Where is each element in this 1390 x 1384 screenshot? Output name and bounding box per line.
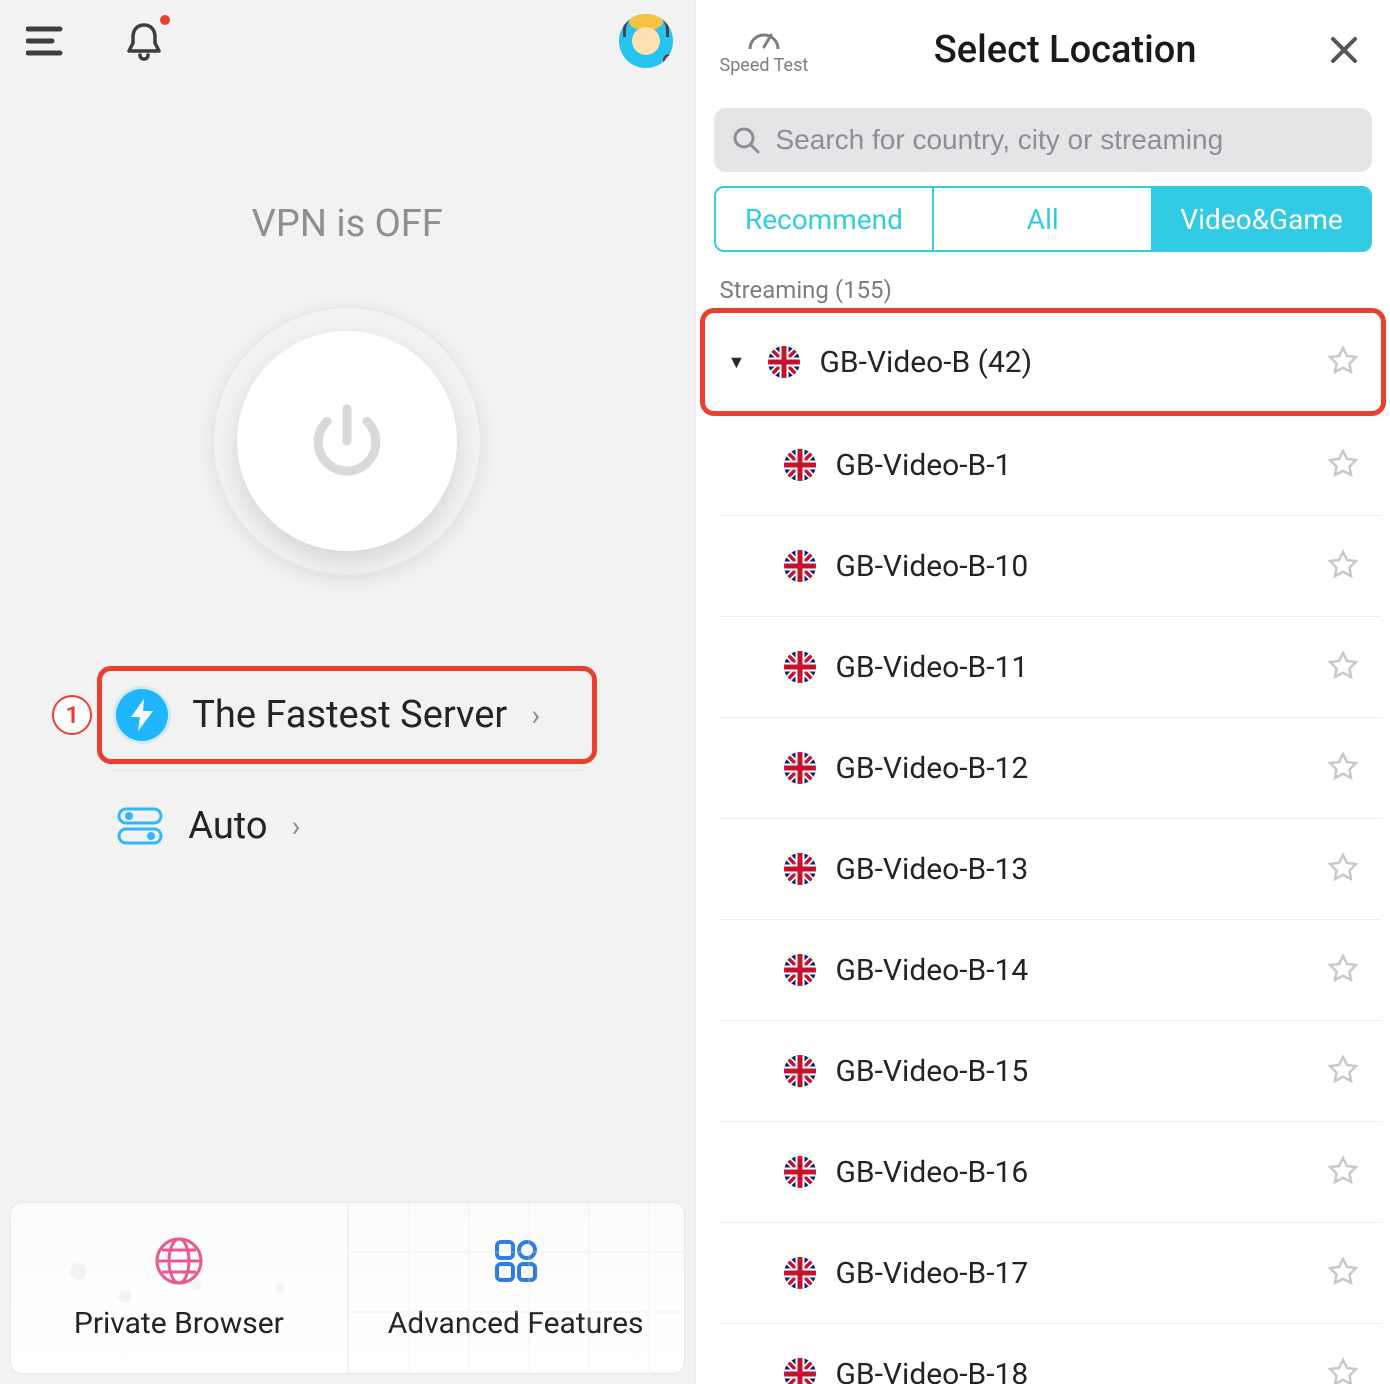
- favorite-button[interactable]: [1328, 345, 1358, 379]
- server-group-label: GB-Video-B (42): [820, 345, 1309, 380]
- server-row[interactable]: GB-Video-B-16: [720, 1121, 1383, 1222]
- server-row[interactable]: GB-Video-B-10: [720, 515, 1383, 616]
- star-icon: [1328, 448, 1358, 478]
- server-label: GB-Video-B-10: [836, 549, 1309, 584]
- star-icon: [1328, 1054, 1358, 1084]
- flag-gb-icon: [784, 853, 816, 885]
- server-row[interactable]: GB-Video-B-18: [720, 1323, 1383, 1384]
- bottom-feature-cards: Private Browser Advanced Features: [10, 1202, 685, 1374]
- server-label: GB-Video-B-17: [836, 1256, 1309, 1291]
- auto-mode-button[interactable]: Auto ›: [97, 777, 597, 875]
- server-row[interactable]: GB-Video-B-14: [720, 919, 1383, 1020]
- avatar[interactable]: [619, 14, 673, 68]
- favorite-button[interactable]: [1328, 1256, 1358, 1290]
- step-badge-1: 1: [52, 695, 92, 735]
- favorite-button[interactable]: [1328, 1357, 1358, 1384]
- speed-test-button[interactable]: Speed Test: [720, 25, 809, 76]
- star-icon: [1328, 751, 1358, 781]
- flag-gb-icon: [784, 1156, 816, 1188]
- notification-dot-icon: [160, 15, 170, 25]
- star-icon: [1328, 1357, 1358, 1384]
- flag-gb-icon: [784, 1358, 816, 1384]
- section-label: Streaming (155): [696, 258, 1390, 310]
- auto-icon: [116, 802, 164, 850]
- chevron-right-icon: ›: [292, 809, 301, 844]
- favorite-button[interactable]: [1328, 650, 1358, 684]
- star-icon: [1328, 650, 1358, 680]
- flag-gb-icon: [784, 550, 816, 582]
- power-icon: [302, 396, 392, 486]
- page-title: Select Location: [934, 28, 1197, 72]
- flag-gb-icon: [784, 1055, 816, 1087]
- server-row[interactable]: GB-Video-B-17: [720, 1222, 1383, 1323]
- private-browser-label: Private Browser: [74, 1306, 284, 1341]
- flag-gb-icon: [784, 752, 816, 784]
- home-top-bar: [0, 0, 695, 82]
- gauge-icon: [747, 25, 781, 53]
- favorite-button[interactable]: [1328, 953, 1358, 987]
- server-label: GB-Video-B-18: [836, 1357, 1309, 1384]
- flag-gb-icon: [784, 449, 816, 481]
- advanced-features-label: Advanced Features: [388, 1306, 644, 1341]
- star-icon: [1328, 549, 1358, 579]
- tab-recommend[interactable]: Recommend: [716, 188, 933, 250]
- notifications-icon[interactable]: [120, 17, 168, 65]
- private-browser-card[interactable]: Private Browser: [11, 1203, 347, 1373]
- fastest-server-button[interactable]: 1 The Fastest Server ›: [97, 666, 597, 764]
- server-label: GB-Video-B-11: [836, 650, 1309, 685]
- star-icon: [1328, 852, 1358, 882]
- server-label: GB-Video-B-12: [836, 751, 1309, 786]
- location-pane: Speed Test Select Location Recommend All…: [695, 0, 1390, 1384]
- menu-icon[interactable]: [22, 17, 70, 65]
- favorite-button[interactable]: [1328, 448, 1358, 482]
- auto-mode-label: Auto: [188, 804, 267, 848]
- favorite-button[interactable]: [1328, 751, 1358, 785]
- server-label: GB-Video-B-14: [836, 953, 1309, 988]
- server-row[interactable]: GB-Video-B-13: [720, 818, 1383, 919]
- tab-all[interactable]: All: [932, 188, 1151, 250]
- speed-test-label: Speed Test: [720, 55, 809, 76]
- globe-icon: [154, 1236, 204, 1290]
- star-icon: [1328, 1256, 1358, 1286]
- flag-gb-icon: [784, 1257, 816, 1289]
- star-icon: [1328, 953, 1358, 983]
- server-row[interactable]: GB-Video-B-1: [720, 414, 1383, 515]
- flag-gb-icon: [784, 651, 816, 683]
- filter-tabs: Recommend All Video&Game: [714, 186, 1373, 252]
- favorite-button[interactable]: [1328, 1155, 1358, 1189]
- server-row[interactable]: GB-Video-B-12: [720, 717, 1383, 818]
- favorite-button[interactable]: [1328, 549, 1358, 583]
- close-button[interactable]: [1322, 28, 1366, 72]
- close-icon: [1329, 35, 1359, 65]
- flag-gb-icon: [768, 346, 800, 378]
- server-label: GB-Video-B-1: [836, 448, 1309, 483]
- star-icon: [1328, 345, 1358, 375]
- server-label: GB-Video-B-13: [836, 852, 1309, 887]
- search-input-container[interactable]: [714, 108, 1373, 172]
- chevron-down-icon: ▼: [728, 352, 748, 373]
- home-pane: VPN is OFF 1 The Fastest Server ›: [0, 0, 695, 1384]
- power-button[interactable]: [212, 306, 482, 576]
- favorite-button[interactable]: [1328, 852, 1358, 886]
- star-icon: [1328, 1155, 1358, 1185]
- server-label: GB-Video-B-16: [836, 1155, 1309, 1190]
- server-group-row[interactable]: ▼ GB-Video-B (42): [704, 312, 1383, 412]
- server-row[interactable]: GB-Video-B-15: [720, 1020, 1383, 1121]
- chevron-right-icon: ›: [531, 698, 540, 733]
- server-row[interactable]: GB-Video-B-11: [720, 616, 1383, 717]
- fastest-server-label: The Fastest Server: [192, 693, 507, 737]
- lightning-icon: [116, 689, 168, 741]
- advanced-features-card[interactable]: Advanced Features: [347, 1203, 684, 1373]
- grid-icon: [491, 1236, 541, 1290]
- search-input[interactable]: [774, 123, 1355, 157]
- search-icon: [732, 126, 760, 154]
- server-label: GB-Video-B-15: [836, 1054, 1309, 1089]
- flag-gb-icon: [784, 954, 816, 986]
- vpn-status-label: VPN is OFF: [0, 202, 695, 246]
- tab-video-game[interactable]: Video&Game: [1151, 188, 1370, 250]
- favorite-button[interactable]: [1328, 1054, 1358, 1088]
